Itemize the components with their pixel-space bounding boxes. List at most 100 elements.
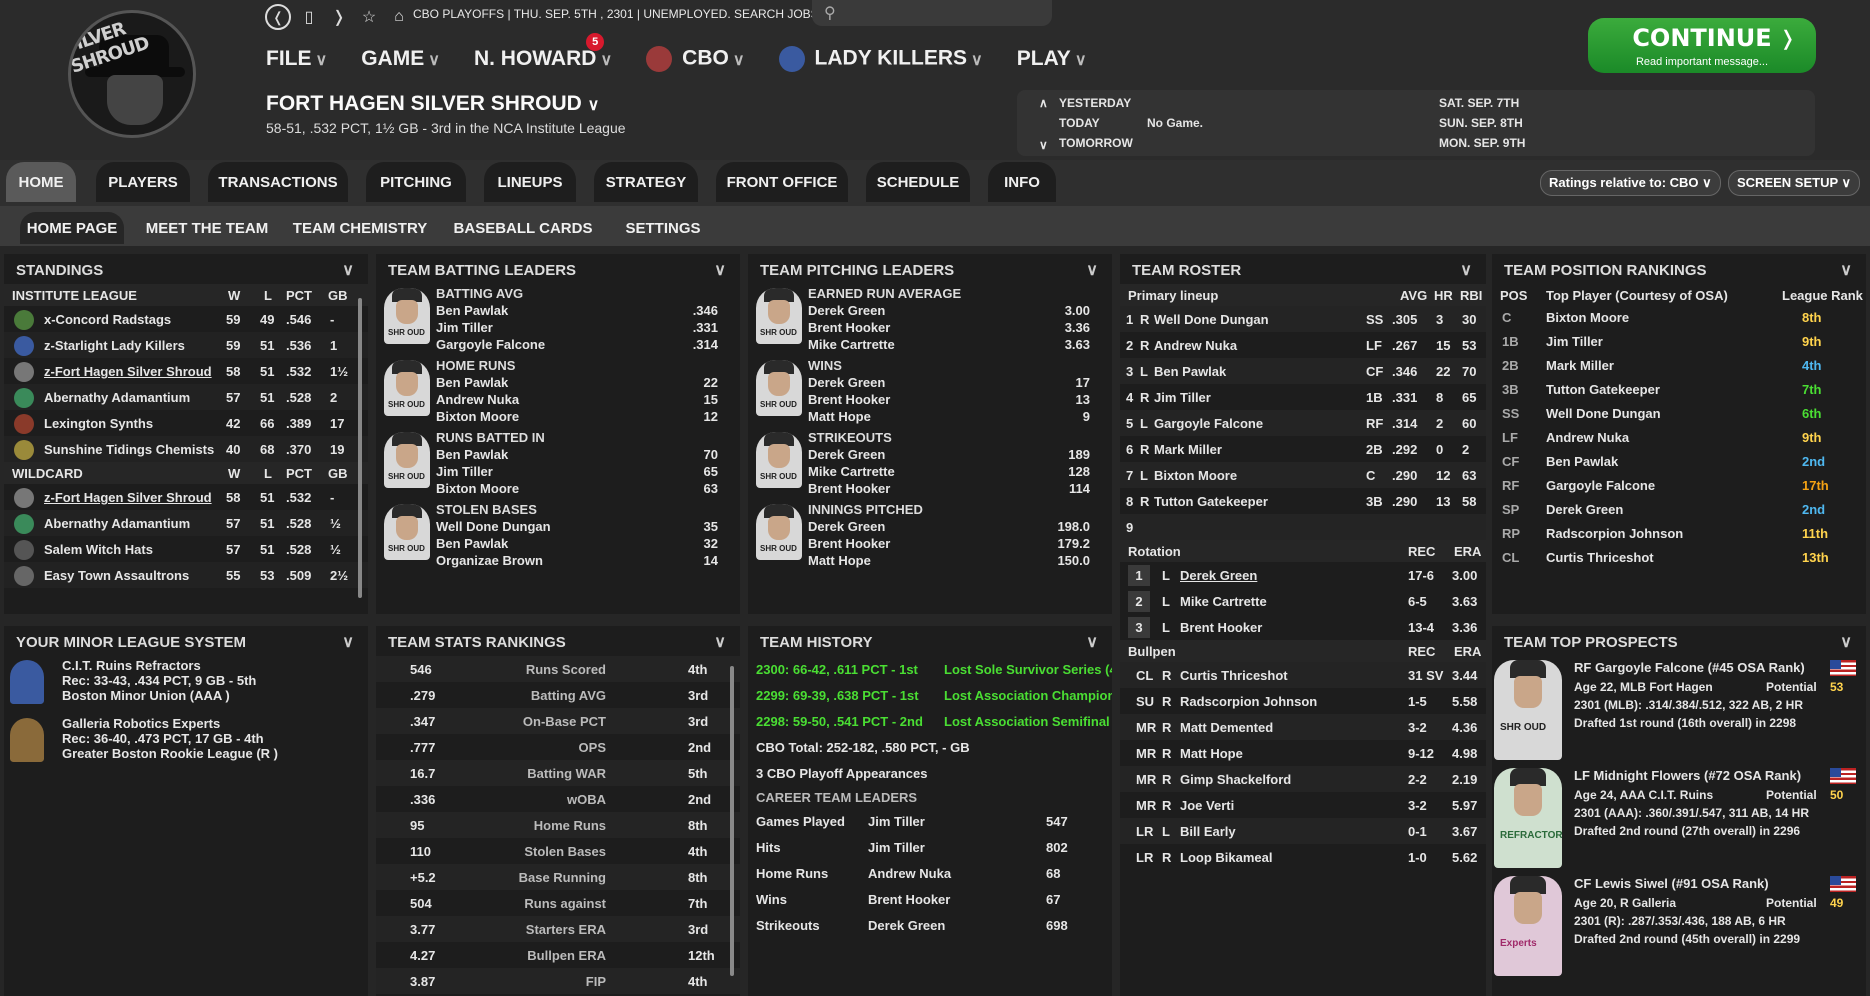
pitcher-name[interactable]: Radscorpion Johnson (1180, 694, 1317, 709)
pitcher-name[interactable]: Joe Verti (1180, 798, 1234, 813)
leader-name[interactable]: Ben Pawlak (436, 303, 508, 318)
subtab-settings[interactable]: SETTINGS (622, 212, 704, 244)
leader-name[interactable]: Jim Tiller (436, 320, 493, 335)
leader-name[interactable]: Ben Pawlak (436, 375, 508, 390)
stat-row[interactable]: .279 Batting AVG 3rd (376, 682, 740, 708)
tab-lineups[interactable]: LINEUPS (484, 162, 576, 202)
home-icon[interactable]: ⌂ (387, 8, 411, 26)
player-photo[interactable]: SHR OUD (384, 432, 430, 488)
leader-name[interactable]: Derek Green (808, 303, 885, 318)
tab-schedule[interactable]: SCHEDULE (866, 162, 970, 202)
lineup-row[interactable]: 5 L Gargoyle Falcone RF .314 2 60 (1120, 410, 1486, 436)
chevron-down-icon[interactable]: ∨ (342, 260, 354, 280)
bullpen-row[interactable]: LR L Bill Early 0-1 3.67 (1120, 818, 1486, 844)
prospect-card[interactable]: REFRACTORS LF Midnight Flowers (#72 OSA R… (1492, 764, 1860, 872)
player-name[interactable]: Bixton Moore (1546, 310, 1629, 325)
leader-name[interactable]: Derek Green (808, 375, 885, 390)
stat-row[interactable]: 546 Runs Scored 4th (376, 656, 740, 682)
leader-name[interactable]: Brent Hooker (808, 481, 890, 496)
bullpen-row[interactable]: CL R Curtis Thriceshot 31 SV 3.44 (1120, 662, 1486, 688)
chevron-down-icon[interactable]: ∨ (1460, 260, 1472, 280)
lineup-row[interactable]: 9 (1120, 514, 1486, 540)
team-title[interactable]: FORT HAGEN SILVER SHROUD ∨ (266, 92, 599, 116)
stat-row[interactable]: .336 wOBA 2nd (376, 786, 740, 812)
pitcher-name[interactable]: Derek Green (1180, 568, 1257, 583)
leader-name[interactable]: Gargoyle Falcone (436, 337, 545, 352)
player-name[interactable]: Gargoyle Falcone (1154, 416, 1263, 431)
position-row[interactable]: SP Derek Green 2nd (1492, 498, 1866, 522)
player-name[interactable]: Tutton Gatekeeper (1154, 494, 1268, 509)
minor-team-logo[interactable] (10, 660, 44, 704)
leader-name[interactable]: Organizae Brown (436, 553, 543, 568)
stat-row[interactable]: 504 Runs against 7th (376, 890, 740, 916)
tab-strategy[interactable]: STRATEGY (594, 162, 698, 202)
bullpen-row[interactable]: MR R Gimp Shackelford 2-2 2.19 (1120, 766, 1486, 792)
standings-row[interactable]: x-Concord Radstags 59 49 .546 - (4, 306, 368, 332)
standings-row[interactable]: z-Starlight Lady Killers 59 51 .536 1 (4, 332, 368, 358)
team-name[interactable]: Easy Town Assaultrons (44, 568, 189, 583)
team-name[interactable]: x-Concord Radstags (44, 312, 171, 327)
career-player[interactable]: Jim Tiller (868, 840, 925, 855)
position-row[interactable]: 3B Tutton Gatekeeper 7th (1492, 378, 1866, 402)
player-photo[interactable]: SHR OUD (384, 360, 430, 416)
stat-row[interactable]: 110 Stolen Bases 4th (376, 838, 740, 864)
player-photo[interactable]: SHR OUD (384, 288, 430, 344)
team-name[interactable]: Lexington Synths (44, 416, 153, 431)
pitcher-name[interactable]: Mike Cartrette (1180, 594, 1267, 609)
chevron-down-icon[interactable]: ∨ (714, 260, 726, 280)
standings-row[interactable]: Abernathy Adamantium 57 51 .528 2 (4, 384, 368, 410)
leader-name[interactable]: Brent Hooker (808, 320, 890, 335)
team-name[interactable]: Abernathy Adamantium (44, 390, 190, 405)
leader-name[interactable]: Matt Hope (808, 409, 871, 424)
leader-name[interactable]: Bixton Moore (436, 481, 519, 496)
prospect-photo[interactable]: Experts (1494, 876, 1562, 976)
bullpen-row[interactable]: LR R Loop Bikameal 1-0 5.62 (1120, 844, 1486, 870)
prospect-card[interactable]: SHR OUD RF Gargoyle Falcone (#45 OSA Rank… (1492, 656, 1860, 764)
lineup-row[interactable]: 8 R Tutton Gatekeeper 3B .290 13 58 (1120, 488, 1486, 514)
career-player[interactable]: Jim Tiller (868, 814, 925, 829)
minor-team-name[interactable]: Galleria Robotics Experts (62, 716, 220, 731)
leader-name[interactable]: Brent Hooker (808, 392, 890, 407)
player-photo[interactable]: SHR OUD (756, 504, 802, 560)
chevron-down-icon[interactable]: ∨ (1086, 260, 1098, 280)
stat-row[interactable]: .777 OPS 2nd (376, 734, 740, 760)
position-row[interactable]: 2B Mark Miller 4th (1492, 354, 1866, 378)
player-name[interactable]: Ben Pawlak (1546, 454, 1618, 469)
standings-row[interactable]: Sunshine Tidings Chemists 40 68 .370 19 (4, 436, 368, 462)
player-name[interactable]: Andrew Nuka (1546, 430, 1629, 445)
pitcher-name[interactable]: Matt Hope (1180, 746, 1243, 761)
leader-name[interactable]: Well Done Dungan (436, 519, 551, 534)
position-row[interactable]: RF Gargoyle Falcone 17th (1492, 474, 1866, 498)
pitcher-name[interactable]: Loop Bikameal (1180, 850, 1272, 865)
pitcher-name[interactable]: Matt Demented (1180, 720, 1273, 735)
career-row[interactable]: Wins Brent Hooker 67 (748, 886, 1112, 912)
lineup-row[interactable]: 7 L Bixton Moore C .290 12 63 (1120, 462, 1486, 488)
prospect-name[interactable]: LF Midnight Flowers (#72 OSA Rank) (1574, 768, 1801, 783)
prospect-photo[interactable]: SHR OUD (1494, 660, 1562, 760)
career-row[interactable]: Strikeouts Derek Green 698 (748, 912, 1112, 938)
season-row[interactable]: 2300: 66-42, .611 PCT - 1st Lost Sole Sur… (748, 656, 1112, 682)
tab-players[interactable]: PLAYERS (96, 162, 190, 202)
player-name[interactable]: Bixton Moore (1154, 468, 1237, 483)
screen-setup-button[interactable]: SCREEN SETUP ∨ (1728, 170, 1861, 196)
subtab-meet-the-team[interactable]: MEET THE TEAM (146, 212, 269, 244)
team-name[interactable]: z-Fort Hagen Silver Shroud (44, 364, 212, 379)
career-row[interactable]: Home Runs Andrew Nuka 68 (748, 860, 1112, 886)
stat-row[interactable]: +5.2 Base Running 8th (376, 864, 740, 890)
position-row[interactable]: CL Curtis Thriceshot 13th (1492, 546, 1866, 570)
menu-game[interactable]: GAME ∨ (361, 47, 440, 71)
player-name[interactable]: Jim Tiller (1154, 390, 1211, 405)
player-name[interactable]: Derek Green (1546, 502, 1623, 517)
leader-name[interactable]: Bixton Moore (436, 409, 519, 424)
career-row[interactable]: Hits Jim Tiller 802 (748, 834, 1112, 860)
tab-front-office[interactable]: FRONT OFFICE (716, 162, 848, 202)
prospect-photo[interactable]: REFRACTORS (1494, 768, 1562, 868)
standings-row[interactable]: Salem Witch Hats 57 51 .528 ½ (4, 536, 368, 562)
pitcher-name[interactable]: Brent Hooker (1180, 620, 1262, 635)
minor-team-logo[interactable] (10, 718, 44, 762)
tab-transactions[interactable]: TRANSACTIONS (208, 162, 348, 202)
rotation-row[interactable]: 2 L Mike Cartrette 6-5 3.63 (1120, 588, 1486, 614)
player-name[interactable]: Well Done Dungan (1546, 406, 1661, 421)
stat-row[interactable]: 4.27 Bullpen ERA 12th (376, 942, 740, 968)
page-icon[interactable]: ▯ (297, 7, 321, 27)
